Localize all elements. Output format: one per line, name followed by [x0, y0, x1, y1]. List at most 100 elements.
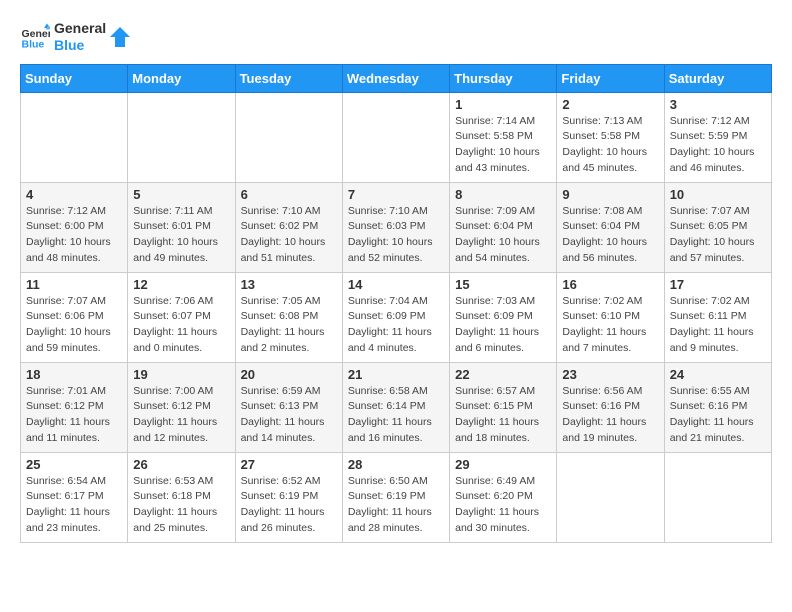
day-number: 22: [455, 367, 551, 382]
page-header: General Blue General Blue: [20, 20, 772, 54]
calendar-week-row: 18 Sunrise: 7:01 AM Sunset: 6:12 PM Dayli…: [21, 362, 772, 452]
calendar-cell: 27 Sunrise: 6:52 AM Sunset: 6:19 PM Dayli…: [235, 452, 342, 542]
day-info: Sunrise: 7:07 AM Sunset: 6:06 PM Dayligh…: [26, 294, 122, 357]
day-info: Sunrise: 6:59 AM Sunset: 6:13 PM Dayligh…: [241, 384, 337, 447]
day-number: 12: [133, 277, 229, 292]
calendar-cell: 19Sunrise: 7:00 AM Sunset: 6:12 PM Dayli…: [128, 362, 235, 452]
logo: General Blue General Blue: [20, 20, 130, 54]
day-number: 23: [562, 367, 658, 382]
day-info: Sunrise: 6:52 AM Sunset: 6:19 PM Dayligh…: [241, 474, 337, 537]
calendar-cell: 10Sunrise: 7:07 AM Sunset: 6:05 PM Dayli…: [664, 182, 771, 272]
calendar-cell: 26 Sunrise: 6:53 AM Sunset: 6:18 PM Dayli…: [128, 452, 235, 542]
day-info: Sunrise: 6:53 AM Sunset: 6:18 PM Dayligh…: [133, 474, 229, 537]
calendar-cell: 18 Sunrise: 7:01 AM Sunset: 6:12 PM Dayli…: [21, 362, 128, 452]
day-number: 27: [241, 457, 337, 472]
day-number: 17: [670, 277, 766, 292]
day-number: 20: [241, 367, 337, 382]
calendar-cell: 9 Sunrise: 7:08 AM Sunset: 6:04 PM Daylig…: [557, 182, 664, 272]
day-info: Sunrise: 6:50 AM Sunset: 6:19 PM Dayligh…: [348, 474, 444, 537]
day-info: Sunrise: 7:12 AM Sunset: 6:00 PM Dayligh…: [26, 204, 122, 267]
svg-text:Blue: Blue: [22, 38, 45, 50]
day-info: Sunrise: 7:11 AM Sunset: 6:01 PM Dayligh…: [133, 204, 229, 267]
calendar-week-row: 1 Sunrise: 7:14 AM Sunset: 5:58 PM Daylig…: [21, 92, 772, 182]
calendar-cell: 12 Sunrise: 7:06 AM Sunset: 6:07 PM Dayli…: [128, 272, 235, 362]
day-number: 24: [670, 367, 766, 382]
calendar-cell: [342, 92, 449, 182]
calendar-cell: 28 Sunrise: 6:50 AM Sunset: 6:19 PM Dayli…: [342, 452, 449, 542]
day-info: Sunrise: 7:06 AM Sunset: 6:07 PM Dayligh…: [133, 294, 229, 357]
logo-icon: General Blue: [20, 22, 50, 52]
day-number: 18: [26, 367, 122, 382]
calendar-cell: 15 Sunrise: 7:03 AM Sunset: 6:09 PM Dayli…: [450, 272, 557, 362]
day-info: Sunrise: 7:10 AM Sunset: 6:02 PM Dayligh…: [241, 204, 337, 267]
day-info: Sunrise: 7:10 AM Sunset: 6:03 PM Dayligh…: [348, 204, 444, 267]
day-number: 9: [562, 187, 658, 202]
day-info: Sunrise: 7:12 AM Sunset: 5:59 PM Dayligh…: [670, 114, 766, 177]
day-header-wednesday: Wednesday: [342, 64, 449, 92]
day-number: 28: [348, 457, 444, 472]
calendar-cell: 21 Sunrise: 6:58 AM Sunset: 6:14 PM Dayli…: [342, 362, 449, 452]
logo-text-general: General: [54, 20, 106, 37]
day-number: 21: [348, 367, 444, 382]
calendar-cell: 4 Sunrise: 7:12 AM Sunset: 6:00 PM Daylig…: [21, 182, 128, 272]
day-number: 8: [455, 187, 551, 202]
calendar-cell: 11 Sunrise: 7:07 AM Sunset: 6:06 PM Dayli…: [21, 272, 128, 362]
day-header-thursday: Thursday: [450, 64, 557, 92]
calendar-cell: 20 Sunrise: 6:59 AM Sunset: 6:13 PM Dayli…: [235, 362, 342, 452]
day-number: 7: [348, 187, 444, 202]
day-info: Sunrise: 7:14 AM Sunset: 5:58 PM Dayligh…: [455, 114, 551, 177]
day-info: Sunrise: 7:09 AM Sunset: 6:04 PM Dayligh…: [455, 204, 551, 267]
day-number: 2: [562, 97, 658, 112]
day-number: 15: [455, 277, 551, 292]
day-info: Sunrise: 6:54 AM Sunset: 6:17 PM Dayligh…: [26, 474, 122, 537]
day-header-saturday: Saturday: [664, 64, 771, 92]
day-info: Sunrise: 7:08 AM Sunset: 6:04 PM Dayligh…: [562, 204, 658, 267]
day-header-friday: Friday: [557, 64, 664, 92]
logo-text-blue: Blue: [54, 37, 106, 54]
calendar-cell: [235, 92, 342, 182]
day-info: Sunrise: 6:49 AM Sunset: 6:20 PM Dayligh…: [455, 474, 551, 537]
day-info: Sunrise: 7:04 AM Sunset: 6:09 PM Dayligh…: [348, 294, 444, 357]
day-info: Sunrise: 7:00 AM Sunset: 6:12 PM Dayligh…: [133, 384, 229, 447]
day-info: Sunrise: 7:05 AM Sunset: 6:08 PM Dayligh…: [241, 294, 337, 357]
day-info: Sunrise: 7:03 AM Sunset: 6:09 PM Dayligh…: [455, 294, 551, 357]
day-info: Sunrise: 6:57 AM Sunset: 6:15 PM Dayligh…: [455, 384, 551, 447]
calendar-cell: 2 Sunrise: 7:13 AM Sunset: 5:58 PM Daylig…: [557, 92, 664, 182]
day-number: 11: [26, 277, 122, 292]
calendar-cell: 7 Sunrise: 7:10 AM Sunset: 6:03 PM Daylig…: [342, 182, 449, 272]
calendar-cell: [664, 452, 771, 542]
calendar-cell: [128, 92, 235, 182]
day-header-monday: Monday: [128, 64, 235, 92]
day-header-sunday: Sunday: [21, 64, 128, 92]
day-number: 14: [348, 277, 444, 292]
calendar-cell: [21, 92, 128, 182]
calendar-cell: 17Sunrise: 7:02 AM Sunset: 6:11 PM Dayli…: [664, 272, 771, 362]
calendar-cell: 16Sunrise: 7:02 AM Sunset: 6:10 PM Dayli…: [557, 272, 664, 362]
calendar-cell: 14 Sunrise: 7:04 AM Sunset: 6:09 PM Dayli…: [342, 272, 449, 362]
day-number: 26: [133, 457, 229, 472]
calendar-cell: [557, 452, 664, 542]
calendar-cell: 22 Sunrise: 6:57 AM Sunset: 6:15 PM Dayli…: [450, 362, 557, 452]
day-number: 4: [26, 187, 122, 202]
day-info: Sunrise: 6:58 AM Sunset: 6:14 PM Dayligh…: [348, 384, 444, 447]
calendar-week-row: 4 Sunrise: 7:12 AM Sunset: 6:00 PM Daylig…: [21, 182, 772, 272]
day-number: 16: [562, 277, 658, 292]
logo-arrow-icon: [110, 27, 130, 47]
calendar-cell: 8 Sunrise: 7:09 AM Sunset: 6:04 PM Daylig…: [450, 182, 557, 272]
day-number: 25: [26, 457, 122, 472]
calendar-cell: 3Sunrise: 7:12 AM Sunset: 5:59 PM Daylig…: [664, 92, 771, 182]
calendar-cell: 5 Sunrise: 7:11 AM Sunset: 6:01 PM Daylig…: [128, 182, 235, 272]
calendar-cell: 23 Sunrise: 6:56 AM Sunset: 6:16 PM Dayli…: [557, 362, 664, 452]
calendar-cell: 13Sunrise: 7:05 AM Sunset: 6:08 PM Dayli…: [235, 272, 342, 362]
day-number: 6: [241, 187, 337, 202]
calendar-week-row: 11 Sunrise: 7:07 AM Sunset: 6:06 PM Dayli…: [21, 272, 772, 362]
day-info: Sunrise: 7:01 AM Sunset: 6:12 PM Dayligh…: [26, 384, 122, 447]
day-number: 5: [133, 187, 229, 202]
day-number: 29: [455, 457, 551, 472]
day-info: Sunrise: 7:13 AM Sunset: 5:58 PM Dayligh…: [562, 114, 658, 177]
calendar-cell: 29 Sunrise: 6:49 AM Sunset: 6:20 PM Dayli…: [450, 452, 557, 542]
calendar-cell: 25 Sunrise: 6:54 AM Sunset: 6:17 PM Dayli…: [21, 452, 128, 542]
day-info: Sunrise: 6:56 AM Sunset: 6:16 PM Dayligh…: [562, 384, 658, 447]
day-info: Sunrise: 7:07 AM Sunset: 6:05 PM Dayligh…: [670, 204, 766, 267]
day-number: 1: [455, 97, 551, 112]
